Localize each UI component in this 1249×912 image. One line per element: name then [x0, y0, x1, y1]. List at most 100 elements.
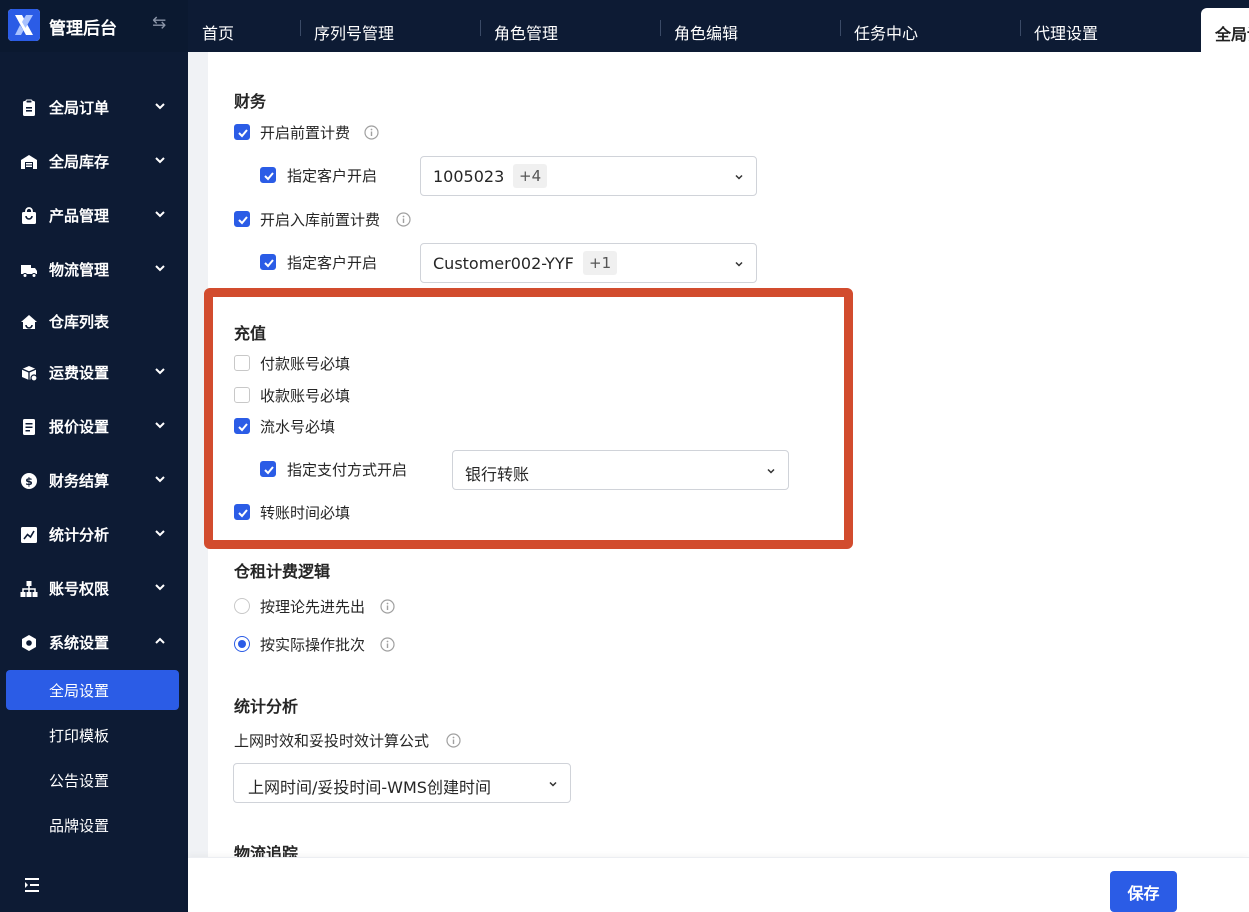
- tab-role-edit[interactable]: 角色编辑: [660, 0, 840, 52]
- storage-batch-option[interactable]: 按实际操作批次: [234, 634, 454, 656]
- chevron-down-icon: [155, 530, 165, 537]
- tab-proxy-settings[interactable]: 代理设置: [1020, 0, 1200, 52]
- chevron-down-icon: [155, 157, 165, 164]
- sidebar-item-statistics[interactable]: 统计分析: [0, 514, 188, 554]
- chevron-down-icon: [155, 422, 165, 429]
- sidebar-item-label: 统计分析: [49, 526, 110, 544]
- sidebar-item-label: 产品管理: [49, 207, 110, 225]
- sidebar-item-products[interactable]: 产品管理: [0, 195, 188, 235]
- inbound-customer-option[interactable]: 指定客户开启: [260, 252, 420, 274]
- logo-icon: [8, 9, 40, 41]
- storage-fifo-option[interactable]: 按理论先进先出: [234, 596, 454, 618]
- sidebar-subitem-brand-settings[interactable]: 品牌设置: [6, 805, 179, 845]
- tab-label: 全局设置: [1215, 25, 1249, 44]
- inbound-prepay-checkbox[interactable]: [234, 211, 250, 227]
- inbound-customer-select[interactable]: Customer002-YYF +1: [420, 243, 757, 283]
- info-icon[interactable]: [380, 637, 395, 652]
- storage-fifo-radio[interactable]: [234, 598, 250, 614]
- chevron-down-icon: [155, 368, 165, 375]
- sidebar-item-label: 财务结算: [49, 472, 110, 490]
- section-title-storage-fee: 仓租计费逻辑: [234, 562, 331, 581]
- chevron-up-icon: [155, 637, 165, 644]
- sidebar-item-finance-settlement[interactable]: $ 财务结算: [0, 460, 188, 500]
- sidebar-item-global-inventory[interactable]: 全局库存: [0, 141, 188, 181]
- highlight-annotation-box: [204, 288, 853, 549]
- brand-header: 管理后台 ⇆: [0, 0, 188, 52]
- sidebar-item-freight-settings[interactable]: 运费设置: [0, 352, 188, 392]
- menu-fold-icon[interactable]: [24, 876, 44, 894]
- tab-label: 序列号管理: [314, 24, 395, 43]
- inbound-prepay-option[interactable]: 开启入库前置计费: [234, 209, 534, 231]
- chevron-down-icon: [155, 103, 165, 110]
- app-title: 管理后台: [49, 19, 117, 39]
- sidebar-subitem-label: 公告设置: [49, 772, 110, 790]
- sidebar-item-global-orders[interactable]: 全局订单: [0, 87, 188, 127]
- sidebar-item-account-permissions[interactable]: 账号权限: [0, 568, 188, 608]
- sidebar-item-label: 仓库列表: [49, 313, 110, 331]
- storage-batch-label: 按实际操作批次: [260, 636, 366, 654]
- sidebar-subitem-global-settings[interactable]: 全局设置: [6, 670, 179, 710]
- swap-icon[interactable]: ⇆: [152, 13, 166, 33]
- prepay-option[interactable]: 开启前置计费: [234, 122, 534, 144]
- tab-global-settings[interactable]: 全局设置: [1201, 8, 1249, 52]
- tab-serial-management[interactable]: 序列号管理: [300, 0, 480, 52]
- tab-role-management[interactable]: 角色管理: [480, 0, 660, 52]
- tab-home[interactable]: 首页: [188, 0, 300, 52]
- truck-icon: [21, 265, 37, 278]
- formula-value: 上网时间/妥投时间-WMS创建时间: [248, 778, 491, 797]
- sidebar-item-warehouse-list[interactable]: 仓库列表: [0, 301, 188, 341]
- clipboard-icon: [23, 99, 35, 116]
- chevron-down-icon: [155, 265, 165, 272]
- sidebar-item-logistics[interactable]: 物流管理: [0, 249, 188, 289]
- prepay-customer-more-tag: +4: [513, 164, 548, 188]
- document-icon: [23, 419, 35, 435]
- prepay-customer-checkbox[interactable]: [260, 167, 276, 183]
- sidebar-subitem-announcements[interactable]: 公告设置: [6, 760, 179, 800]
- inbound-customer-checkbox[interactable]: [260, 254, 276, 270]
- info-icon[interactable]: [396, 212, 411, 227]
- tab-label: 任务中心: [854, 24, 919, 43]
- tab-label: 角色管理: [494, 24, 559, 43]
- info-icon[interactable]: [380, 599, 395, 614]
- info-icon[interactable]: [364, 125, 379, 140]
- prepay-customer-value: 1005023: [433, 167, 505, 186]
- hexagon-icon: [22, 635, 36, 651]
- storage-fifo-label: 按理论先进先出: [260, 598, 366, 616]
- sidebar-item-label: 账号权限: [49, 580, 110, 598]
- tab-label: 代理设置: [1034, 24, 1099, 43]
- info-icon[interactable]: [446, 733, 461, 748]
- svg-text:$: $: [25, 475, 33, 488]
- chevron-down-icon: [735, 261, 743, 267]
- tab-task-center[interactable]: 任务中心: [840, 0, 1020, 52]
- sidebar-item-label: 报价设置: [49, 418, 110, 436]
- home-icon: [21, 315, 37, 329]
- sidebar-item-label: 系统设置: [49, 634, 110, 652]
- section-title-stats: 统计分析: [234, 697, 299, 716]
- chevron-down-icon: [155, 211, 165, 218]
- tab-label: 首页: [202, 24, 235, 43]
- prepay-customer-select[interactable]: 1005023 +4: [420, 156, 757, 196]
- chart-icon: [21, 527, 37, 543]
- sidebar-item-label: 全局库存: [49, 153, 110, 171]
- storage-batch-radio[interactable]: [234, 636, 250, 652]
- dollar-icon: $: [21, 473, 37, 489]
- prepay-checkbox[interactable]: [234, 124, 250, 140]
- prepay-label: 开启前置计费: [260, 124, 351, 142]
- sidebar-item-quote-settings[interactable]: 报价设置: [0, 406, 188, 446]
- footer-bar: 保存: [188, 857, 1249, 912]
- chevron-down-icon: [735, 174, 743, 180]
- chevron-down-icon: [155, 476, 165, 483]
- formula-label-row: 上网时效和妥投时效计算公式: [234, 730, 494, 752]
- formula-select[interactable]: 上网时间/妥投时间-WMS创建时间: [233, 763, 571, 803]
- inbound-customer-value: Customer002-YYF: [433, 254, 574, 273]
- tab-bar: 首页 序列号管理 角色管理 角色编辑 任务中心 代理设置 全局设置: [188, 0, 1249, 52]
- sidebar-subitem-print-templates[interactable]: 打印模板: [6, 715, 179, 755]
- sidebar-item-system-settings[interactable]: 系统设置: [0, 622, 188, 662]
- sidebar-item-label: 运费设置: [49, 364, 110, 382]
- org-icon: [20, 581, 38, 597]
- warehouse-icon: [21, 155, 37, 169]
- chevron-down-icon: [549, 781, 557, 787]
- save-button[interactable]: 保存: [1110, 871, 1177, 912]
- prepay-customer-option[interactable]: 指定客户开启: [260, 165, 420, 187]
- formula-label: 上网时效和妥投时效计算公式: [234, 732, 430, 750]
